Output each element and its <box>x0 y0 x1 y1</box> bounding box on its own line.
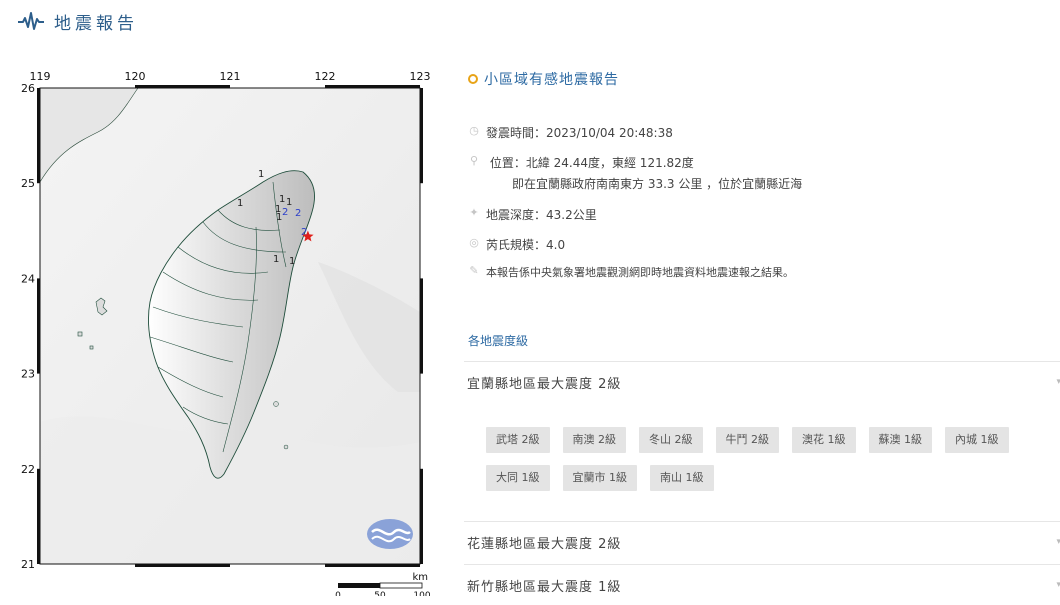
frame-bar-top <box>135 85 230 88</box>
clock-icon: ◷ <box>469 124 479 137</box>
county-title: 新竹縣地區最大震度 1級 <box>467 579 622 595</box>
report-note: 本報告係中央氣象署地震觀測網即時地震資料地震速報之結果。 <box>486 266 794 279</box>
scale-label-50: 50 <box>374 591 386 596</box>
frame-bar-right <box>420 88 423 184</box>
report-title: 小區域有感地震報告 <box>484 72 619 88</box>
frame-bar-bottom <box>325 564 420 567</box>
county-accordion-yilan[interactable]: 宜蘭縣地區最大震度 2級 ▾ <box>464 361 1060 402</box>
report-header: 小區域有感地震報告 <box>468 68 1060 90</box>
page-title: 地震報告 <box>54 13 138 34</box>
scale-label-100: 100 <box>413 591 430 596</box>
longitude-ticks: 119 120 121 122 123 <box>30 70 431 83</box>
location-coordinates: 位置：北緯 24.44度，東經 121.82度 <box>489 156 694 170</box>
station-intensity-mark: 1 <box>258 169 264 180</box>
station-intensity-mark: 1 <box>289 256 295 267</box>
chevron-icon: ▾ <box>1056 537 1060 547</box>
magnitude-icon: ◎ <box>469 236 479 249</box>
frame-bar-top <box>325 85 420 88</box>
frame-bar-bottom <box>135 564 230 567</box>
location-row: ⚲ 位置：北緯 24.44度，東經 121.82度 即在宜蘭縣政府南南東方 33… <box>468 154 802 192</box>
latitude-tick-label: 25 <box>21 177 35 190</box>
earthquake-map[interactable]: 119 120 121 122 123 26 25 24 23 22 21 11111111222… <box>18 62 440 596</box>
county-title: 花蓮縣地區最大震度 2級 <box>467 536 622 552</box>
latitude-tick-label: 26 <box>21 82 35 95</box>
station-intensity-chip[interactable]: 內城 1級 <box>945 427 1009 453</box>
frame-bar-left <box>37 278 40 374</box>
intensity-section-label: 各地震度級 <box>468 334 529 348</box>
latitude-tick-label: 22 <box>21 463 35 476</box>
cwa-logo <box>367 519 413 549</box>
station-intensity-chip[interactable]: 牛鬥 2級 <box>715 427 779 453</box>
magnitude-row: ◎ 芮氏規模：4.0 <box>468 236 565 253</box>
station-intensity-list: 武塔 2級 南澳 2級 冬山 2級 牛鬥 2級 澳花 1級 蘇澳 1級 內城 1級大同 1級… <box>486 427 1060 491</box>
report-panel: 小區域有感地震報告 ◷ 發震時間：2023/10/04 20:48:38 ⚲ 位… <box>464 68 1060 595</box>
map-canvas: 119 120 121 122 123 262524232221 11 11111 12 22… <box>21 70 431 596</box>
station-intensity-chip[interactable]: 宜蘭市 1級 <box>562 465 637 491</box>
origin-time: 發震時間：2023/10/04 20:48:38 <box>486 126 673 140</box>
station-intensity-chip[interactable]: 大同 1級 <box>486 465 550 491</box>
county-accordion-hualien[interactable]: 花蓮縣地區最大震度 2級 ▾ <box>464 521 1060 562</box>
chevron-icon: ▾ <box>1056 377 1060 387</box>
longitude-tick-label: 120 <box>125 70 146 83</box>
station-intensity-chip[interactable]: 蘇澳 1級 <box>868 427 932 453</box>
focal-depth: 地震深度：43.2公里 <box>486 208 597 222</box>
depth-row: ✦ 地震深度：43.2公里 <box>468 206 597 223</box>
latitude-tick-label: 23 <box>21 368 35 381</box>
county-title: 宜蘭縣地區最大震度 2級 <box>467 376 622 392</box>
station-intensity-mark: 2 <box>282 207 288 218</box>
station-intensity-chip[interactable]: 南山 1級 <box>650 465 714 491</box>
report-dot-icon <box>468 74 478 84</box>
frame-bar-left <box>37 468 40 564</box>
frame-bar-left <box>37 88 40 184</box>
depth-icon: ✦ <box>469 206 479 219</box>
station-intensity-mark: 1 <box>273 254 279 265</box>
station-intensity-chip[interactable]: 武塔 2級 <box>486 427 550 453</box>
station-intensity-chip[interactable]: 南澳 2級 <box>562 427 626 453</box>
seismograph-icon <box>18 12 44 30</box>
station-intensity-chip[interactable]: 澳花 1級 <box>792 427 856 453</box>
map-scale-bar: km 0 50 100 <box>335 572 431 596</box>
origin-time-row: ◷ 發震時間：2023/10/04 20:48:38 <box>468 124 673 141</box>
note-row: ✎ 本報告係中央氣象署地震觀測網即時地震資料地震速報之結果。 <box>468 264 794 280</box>
page-header: 地震報告 <box>18 8 138 34</box>
frame-bar-right <box>420 468 423 564</box>
magnitude: 芮氏規模：4.0 <box>486 238 566 252</box>
station-intensity-chip[interactable]: 冬山 2級 <box>639 427 703 453</box>
latitude-tick-label: 21 <box>21 558 35 571</box>
pencil-icon: ✎ <box>469 264 479 277</box>
frame-bar-right <box>420 278 423 374</box>
latitude-ticks: 26 25 24 23 22 21 <box>21 82 35 571</box>
longitude-tick-label: 122 <box>315 70 336 83</box>
location-detail: 即在宜蘭縣政府南南東方 33.3 公里 ，位於宜蘭縣近海 <box>512 177 803 191</box>
longitude-tick-label: 121 <box>220 70 241 83</box>
latitude-tick-label: 24 <box>21 272 35 285</box>
station-intensity-mark: 2 <box>295 208 301 219</box>
map-pin-icon: ⚲ <box>469 154 479 167</box>
scale-unit: km <box>412 572 428 583</box>
station-intensity-mark: 1 <box>237 198 243 209</box>
chevron-icon: ▾ <box>1056 580 1060 590</box>
scale-label-0: 0 <box>335 591 341 596</box>
longitude-tick-label: 123 <box>410 70 431 83</box>
county-accordion-hsinchu[interactable]: 新竹縣地區最大震度 1級 ▾ <box>464 564 1060 605</box>
